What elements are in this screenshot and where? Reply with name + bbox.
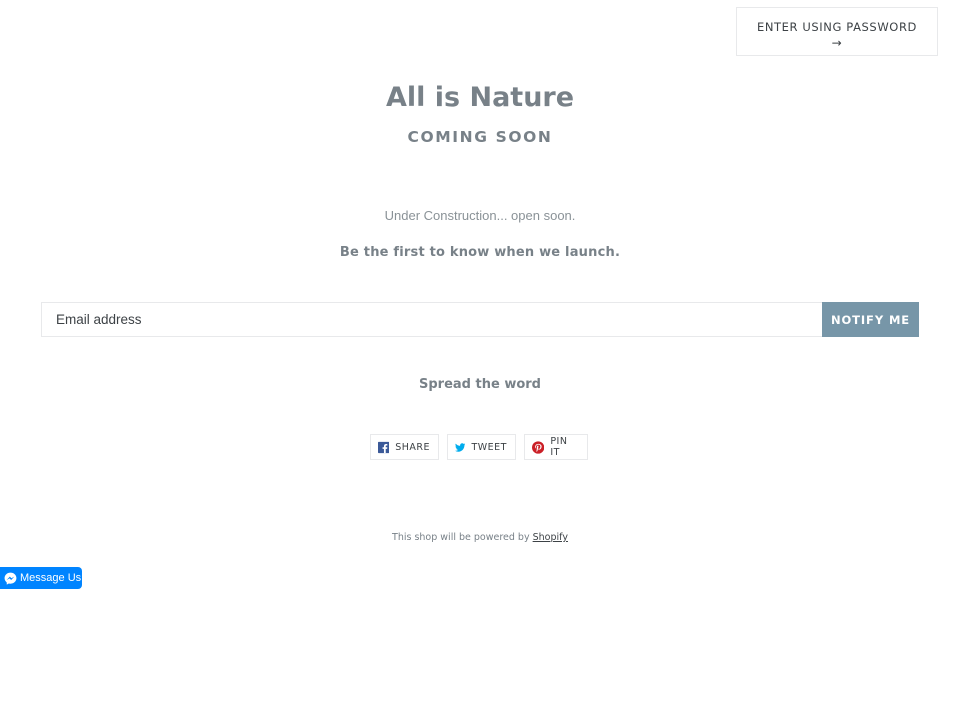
share-twitter-label: TWEET bbox=[471, 441, 507, 453]
coming-soon-subtitle: COMING SOON bbox=[407, 128, 553, 146]
message-us-label: Message Us bbox=[20, 572, 82, 584]
arrow-right-icon: → bbox=[831, 36, 843, 50]
pinterest-icon bbox=[532, 440, 545, 454]
share-facebook-label: SHARE bbox=[395, 441, 430, 453]
message-us-button[interactable]: Message Us bbox=[0, 567, 82, 589]
launch-text: Be the first to know when we launch. bbox=[339, 245, 621, 260]
email-input[interactable] bbox=[41, 302, 822, 337]
newsletter-form: NOTIFY ME bbox=[41, 302, 919, 337]
shopify-link[interactable]: Shopify bbox=[533, 532, 568, 543]
twitter-icon bbox=[455, 442, 466, 452]
page-title: All is Nature bbox=[385, 82, 575, 113]
enter-password-label: ENTER USING PASSWORD bbox=[756, 20, 918, 34]
facebook-icon bbox=[378, 441, 390, 453]
enter-password-button[interactable]: ENTER USING PASSWORD → bbox=[736, 7, 938, 56]
powered-by-text: This shop will be powered by Shopify bbox=[0, 532, 960, 543]
share-pinterest-label: PIN IT bbox=[550, 436, 568, 458]
powered-by-label: This shop will be powered by bbox=[392, 532, 530, 543]
share-twitter-button[interactable]: TWEET bbox=[447, 434, 516, 460]
share-facebook-button[interactable]: SHARE bbox=[370, 434, 439, 460]
notify-me-button[interactable]: NOTIFY ME bbox=[822, 302, 919, 337]
messenger-icon bbox=[4, 572, 17, 585]
share-pinterest-button[interactable]: PIN IT bbox=[524, 434, 588, 460]
store-message: Under Construction... open soon. bbox=[384, 208, 576, 223]
spread-heading: Spread the word bbox=[419, 377, 541, 392]
social-share-buttons: SHARE TWEET PIN IT bbox=[370, 434, 588, 460]
